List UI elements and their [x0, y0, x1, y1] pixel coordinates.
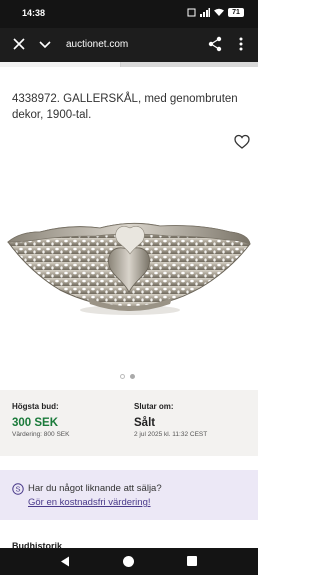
ends-date: 2 jul 2025 kl. 11:32 CEST — [134, 431, 208, 438]
carousel-dot[interactable] — [130, 374, 135, 379]
share-icon[interactable] — [208, 36, 222, 52]
notification-icon — [187, 8, 196, 17]
signal-icon — [200, 8, 210, 17]
heart-icon[interactable] — [234, 134, 250, 150]
close-icon[interactable] — [12, 37, 26, 51]
sell-similar-box: S Har du något liknande att sälja? Gör e… — [0, 470, 258, 520]
info-icon: S — [12, 483, 24, 495]
browser-toolbar: auctionet.com — [0, 28, 258, 62]
chevron-down-icon[interactable] — [38, 38, 52, 52]
product-image[interactable] — [0, 158, 258, 386]
recent-apps-icon[interactable] — [187, 556, 197, 566]
free-valuation-link[interactable]: Gör en kostnadsfri värdering! — [28, 497, 151, 508]
page-load-progress-fill — [0, 62, 122, 67]
carousel-dot[interactable] — [120, 374, 125, 379]
ends-block: Slutar om: Sålt 2 jul 2025 kl. 11:32 CES… — [134, 402, 207, 438]
estimate-text: Värdering: 800 SEK — [12, 431, 70, 438]
listing-title: 4338972. GALLERSKÅL, med genombruten dek… — [12, 93, 238, 121]
highest-bid-block: Högsta bud: 300 SEK Värdering: 800 SEK — [12, 402, 69, 438]
image-carousel-dots — [120, 374, 135, 379]
status-bar: 14:38 71 — [0, 0, 258, 28]
ends-label: Slutar om: — [134, 402, 174, 411]
status-icons: 71 — [187, 8, 244, 17]
bowl-illustration — [6, 222, 251, 315]
system-nav-bar — [0, 548, 258, 575]
highest-bid-label: Högsta bud: — [12, 402, 59, 411]
highest-bid-value: 300 SEK — [12, 417, 59, 429]
sell-question: Har du något liknande att sälja? — [28, 483, 162, 494]
back-icon[interactable] — [60, 556, 70, 567]
ends-value: Sålt — [134, 417, 156, 429]
wifi-icon — [214, 8, 224, 16]
more-icon[interactable] — [238, 36, 244, 52]
battery-icon: 71 — [228, 8, 244, 17]
status-time: 14:38 — [22, 8, 46, 18]
home-icon[interactable] — [123, 556, 134, 567]
bid-panel: Högsta bud: 300 SEK Värdering: 800 SEK S… — [0, 390, 258, 456]
svg-text:S: S — [15, 485, 20, 494]
page-load-progress — [0, 62, 258, 67]
url-text[interactable]: auctionet.com — [66, 39, 128, 50]
